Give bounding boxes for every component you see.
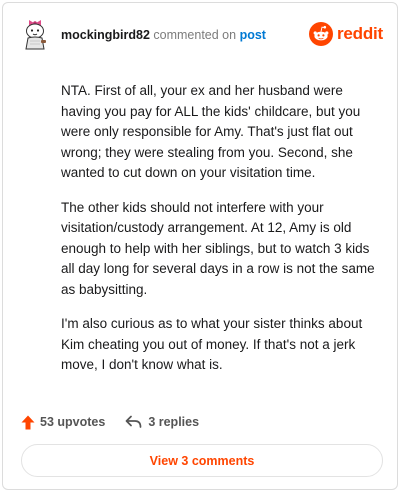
reply-count: 3 replies [148,415,200,429]
upvote-count: 53 upvotes [40,415,106,429]
reddit-brand[interactable]: reddit [308,21,383,47]
upvote-button[interactable]: 53 upvotes [21,415,105,430]
upvote-arrow-icon [21,415,35,429]
comment-footer: 53 upvotes 3 replies [21,411,199,433]
reply-arrow-icon [125,415,142,428]
comment-body: NTA. First of all, your ex and her husba… [61,81,377,390]
avatar-icon [25,20,46,50]
comment-paragraph-3: I'm also curious as to what your sister … [61,316,363,372]
reddit-wordmark: reddit [336,24,383,43]
view-comments-button[interactable]: View 3 comments [21,444,383,477]
comment-paragraph-1: NTA. First of all, your ex and her husba… [61,83,361,180]
commented-on-text: commented on [153,28,237,42]
comment-meta: mockingbird82 commented on post [61,27,266,43]
post-link[interactable]: post [240,28,266,42]
comment-header: mockingbird82 commented on post reddit [3,3,397,67]
username-link[interactable]: mockingbird82 [61,28,150,42]
reddit-alien-icon [308,22,333,46]
replies-button[interactable]: 3 replies [125,415,199,429]
user-avatar[interactable] [20,16,52,52]
comment-paragraph-2: The other kids should not interfere with… [61,199,375,297]
comment-card: mockingbird82 commented on post reddit N… [2,2,398,490]
